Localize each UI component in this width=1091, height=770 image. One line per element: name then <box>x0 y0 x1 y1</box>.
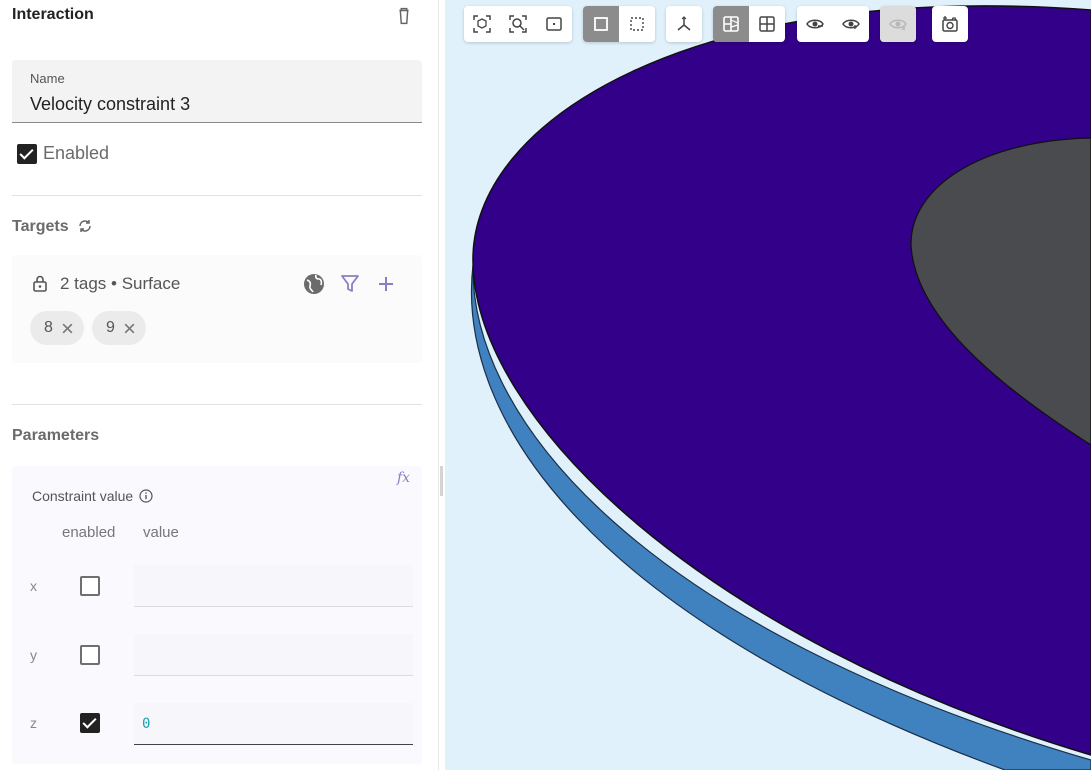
render-mode-toolbar <box>583 6 655 42</box>
axis-label-z: z <box>30 715 37 731</box>
x-enabled-checkbox[interactable] <box>80 576 100 596</box>
grid-view-icon[interactable] <box>749 6 785 42</box>
name-field[interactable]: Name <box>12 60 422 123</box>
lock-icon <box>33 275 47 292</box>
z-value-field[interactable] <box>134 703 413 745</box>
axes-toolbar <box>666 6 702 42</box>
z-value-input[interactable] <box>142 715 402 733</box>
remove-tag-icon[interactable] <box>61 322 74 335</box>
targets-summary: 2 tags • Surface <box>60 274 181 293</box>
z-enabled-checkbox[interactable] <box>80 713 100 733</box>
constraint-value-text: Constraint value <box>32 488 134 504</box>
tag-chip[interactable]: 8 <box>30 311 84 345</box>
fit-selection-icon[interactable] <box>464 6 500 42</box>
enabled-checkbox-box[interactable] <box>17 143 37 164</box>
tag-chip-label: 9 <box>106 319 115 336</box>
name-label: Name <box>30 71 65 86</box>
sync-icon[interactable] <box>77 218 93 234</box>
x-value-input[interactable] <box>142 577 402 595</box>
globe-icon[interactable] <box>302 272 326 296</box>
axes-icon[interactable] <box>666 6 702 42</box>
parameters-box: fx Constraint value enabled value x y z <box>12 466 422 764</box>
view-fit-toolbar <box>464 6 572 42</box>
screenshot-icon[interactable] <box>932 6 968 42</box>
add-icon[interactable] <box>374 272 398 296</box>
y-value-field[interactable] <box>134 634 413 676</box>
delete-icon[interactable] <box>393 5 415 27</box>
parameters-title: Parameters <box>12 427 100 444</box>
interaction-panel: Interaction Name Enabled Targets 2 tags … <box>0 0 439 770</box>
3d-viewport[interactable] <box>445 0 1091 770</box>
screenshot-toolbar <box>932 6 968 42</box>
info-icon[interactable] <box>139 489 153 503</box>
divider <box>12 195 422 196</box>
view-layout-toolbar <box>713 6 785 42</box>
show-icon[interactable] <box>833 6 869 42</box>
axis-label-x: x <box>30 578 37 594</box>
zoom-to-fit-icon[interactable] <box>500 6 536 42</box>
targets-box: 2 tags • Surface 8 9 <box>12 255 422 363</box>
visibility-disabled-toolbar <box>880 6 916 42</box>
panel-title: Interaction <box>12 6 94 23</box>
y-value-input[interactable] <box>142 646 402 664</box>
x-value-field[interactable] <box>134 565 413 607</box>
hide-icon[interactable] <box>797 6 833 42</box>
visibility-disabled-icon[interactable] <box>880 6 916 42</box>
visibility-toolbar <box>797 6 869 42</box>
column-header-enabled: enabled <box>62 524 116 541</box>
name-input[interactable] <box>30 92 400 116</box>
tag-chip[interactable]: 9 <box>92 311 146 345</box>
wireframe-mode-icon[interactable] <box>619 6 655 42</box>
enabled-checkbox[interactable]: Enabled <box>17 143 109 164</box>
formula-toggle-icon[interactable]: fx <box>397 470 410 486</box>
constraint-value-label: Constraint value <box>32 488 153 504</box>
filter-icon[interactable] <box>338 272 362 296</box>
enabled-label: Enabled <box>43 143 110 163</box>
divider <box>12 404 422 405</box>
zoom-region-icon[interactable] <box>536 6 572 42</box>
y-enabled-checkbox[interactable] <box>80 645 100 665</box>
column-header-value: value <box>143 524 179 541</box>
section-view-icon[interactable] <box>713 6 749 42</box>
remove-tag-icon[interactable] <box>123 322 136 335</box>
targets-title: Targets <box>12 218 69 235</box>
3d-model[interactable] <box>445 0 1091 770</box>
axis-label-y: y <box>30 647 37 663</box>
panel-resize-handle[interactable] <box>440 466 443 496</box>
surface-mode-icon[interactable] <box>583 6 619 42</box>
tag-chip-label: 8 <box>44 319 53 336</box>
